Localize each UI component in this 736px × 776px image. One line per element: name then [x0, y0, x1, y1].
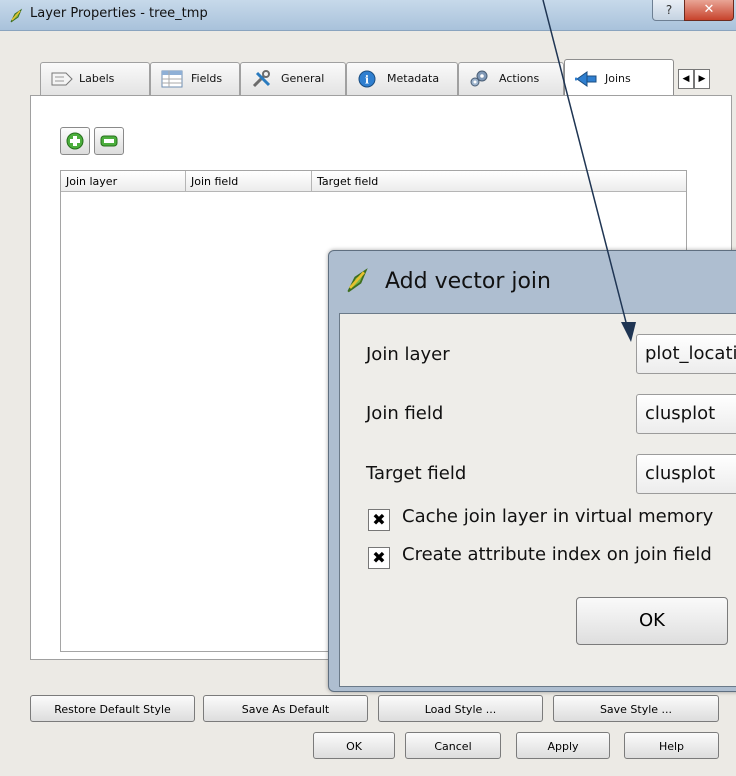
help-button[interactable]: Help	[624, 732, 719, 759]
save-as-default-button[interactable]: Save As Default	[203, 695, 368, 722]
tab-scroll-right-button[interactable]: ▶	[694, 69, 710, 89]
actions-icon	[470, 70, 488, 87]
load-style-button[interactable]: Load Style ...	[378, 695, 543, 722]
tab-metadata-label: Metadata	[387, 72, 440, 85]
close-button[interactable]: ✕	[684, 0, 734, 21]
tab-labels[interactable]: Labels	[40, 62, 150, 95]
restore-default-style-button[interactable]: Restore Default Style	[30, 695, 195, 722]
labels-icon	[51, 72, 73, 86]
tab-scroll-left-button[interactable]: ◀	[678, 69, 694, 89]
apply-button[interactable]: Apply	[516, 732, 610, 759]
ok-button[interactable]: OK	[313, 732, 395, 759]
column-header-join-layer[interactable]: Join layer	[61, 171, 186, 192]
tab-fields[interactable]: Fields	[150, 62, 240, 95]
tab-general-label: General	[281, 72, 325, 85]
column-header-join-field[interactable]: Join field	[186, 171, 312, 192]
help-title-button[interactable]: ?	[652, 0, 686, 21]
save-style-button[interactable]: Save Style ...	[553, 695, 719, 722]
cache-join-layer-checkbox[interactable]: ✖	[368, 509, 390, 531]
title-bar[interactable]: Layer Properties - tree_tmp ? ✕	[0, 0, 736, 31]
svg-text:i: i	[365, 74, 369, 87]
fields-icon	[161, 70, 183, 88]
target-field-combo[interactable]: clusplot	[636, 454, 736, 494]
column-header-target-field[interactable]: Target field	[312, 171, 686, 192]
dialog-body: Join layer plot_locati Join field cluspl…	[339, 313, 736, 687]
tab-bar: Labels Fields General i Metadata Actions…	[40, 59, 730, 95]
tab-metadata[interactable]: i Metadata	[346, 62, 458, 95]
cache-join-layer-label: Cache join layer in virtual memory	[402, 506, 714, 527]
create-index-checkbox[interactable]: ✖	[368, 547, 390, 569]
tab-actions-label: Actions	[499, 72, 540, 85]
qgis-app-icon	[347, 268, 368, 293]
general-icon	[252, 70, 271, 88]
cancel-button[interactable]: Cancel	[405, 732, 501, 759]
plus-icon	[66, 132, 84, 150]
tab-fields-label: Fields	[191, 72, 223, 85]
dialog-title: Add vector join	[385, 269, 551, 294]
qgis-app-icon	[10, 8, 23, 23]
dialog-title-bar[interactable]: Add vector join	[329, 251, 736, 311]
metadata-icon: i	[358, 70, 376, 88]
join-field-label: Join field	[366, 403, 444, 424]
tab-general[interactable]: General	[240, 62, 346, 95]
add-join-button[interactable]	[60, 127, 90, 155]
remove-join-button[interactable]	[94, 127, 124, 155]
create-index-label: Create attribute index on join field	[402, 544, 712, 565]
joins-icon	[575, 71, 597, 87]
join-layer-combo[interactable]: plot_locati	[636, 334, 736, 374]
tab-joins[interactable]: Joins	[564, 59, 674, 95]
target-field-label: Target field	[366, 463, 467, 484]
join-field-combo[interactable]: clusplot	[636, 394, 736, 434]
window-title: Layer Properties - tree_tmp	[30, 6, 208, 21]
tab-actions[interactable]: Actions	[458, 62, 564, 95]
tab-joins-label: Joins	[605, 72, 631, 85]
add-vector-join-dialog: Add vector join Join layer plot_locati J…	[328, 250, 736, 692]
dialog-ok-button[interactable]: OK	[576, 597, 728, 645]
minus-icon	[100, 135, 118, 147]
tab-labels-label: Labels	[79, 72, 115, 85]
join-layer-label: Join layer	[366, 344, 450, 365]
